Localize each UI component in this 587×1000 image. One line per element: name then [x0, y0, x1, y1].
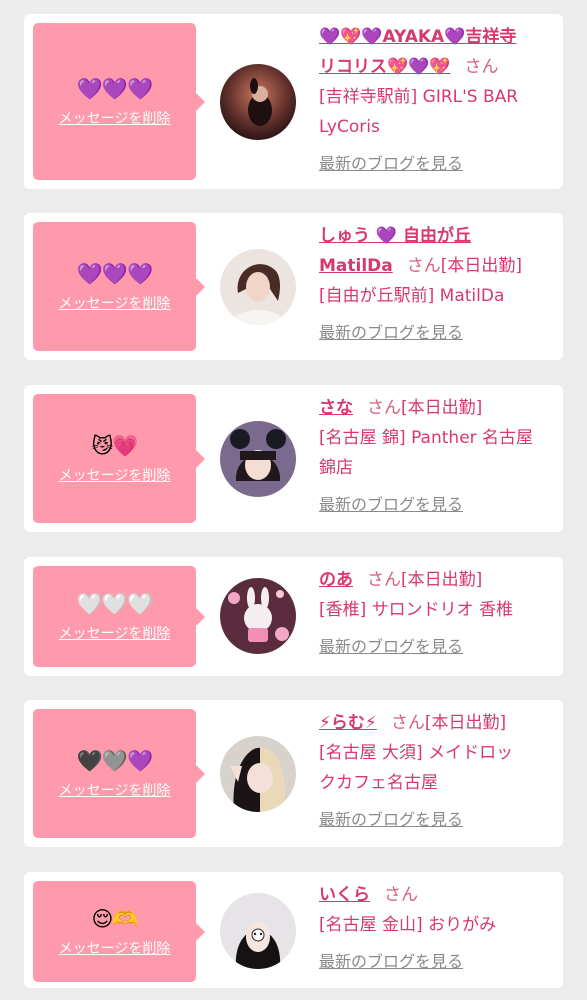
relieved-face-icon: 😌 — [91, 906, 113, 931]
cast-name-link[interactable]: MatilDa — [319, 256, 393, 276]
message-box: 🤍 🤍 🤍 メッセージを削除 — [33, 566, 205, 667]
shop-name: [名古屋 金山] おりがみ — [319, 915, 497, 935]
heart-hands-icon: 🫶 — [112, 906, 138, 931]
message-emojis: 💜 💜 💜 — [76, 261, 153, 287]
avatar-photo-icon — [220, 893, 296, 969]
shop-name: LyCoris — [319, 117, 380, 137]
white-heart-icon: 🤍 — [76, 591, 103, 616]
purple-heart-icon: 💜 — [127, 76, 153, 101]
purple-heart-icon: 💜 — [127, 261, 153, 286]
message-list: 💜 💜 💜 メッセージを削除 💜💖💜AYAKA💜吉祥寺 リコリス💖💜💖 さん [… — [0, 0, 587, 1000]
list-item: 🖤 🩶 💜 メッセージを削除 ⚡らむ⚡ さん[本日出勤] [名古屋 大須] メイド… — [24, 700, 563, 847]
cast-name-link[interactable]: リコリス💖💜💖 — [319, 57, 451, 77]
delete-message-link[interactable]: メッセージを削除 — [59, 465, 171, 485]
card-info: さな さん[本日出勤] [名古屋 錦] Panther 名古屋 錦店 最新のブログ… — [319, 393, 555, 515]
cast-name-link[interactable]: 💜💖💜AYAKA💜吉祥寺 — [319, 27, 516, 47]
avatar-photo-icon — [220, 249, 296, 325]
latest-blog-link[interactable]: 最新のブログを見る — [319, 491, 463, 515]
avatar[interactable] — [220, 421, 296, 497]
avatar[interactable] — [220, 893, 296, 969]
status-badge: [本日出勤] — [401, 398, 483, 418]
cast-name-link[interactable]: ⚡らむ⚡ — [319, 713, 377, 733]
honorific: さん — [406, 256, 441, 276]
avatar-photo-icon — [220, 736, 296, 812]
pink-heart-icon: 💗 — [112, 433, 138, 458]
purple-heart-icon: 💜 — [76, 261, 103, 286]
message-box: 😼 💗 メッセージを削除 — [33, 394, 205, 523]
shop-name: クカフェ名古屋 — [319, 773, 438, 793]
card-info: いくら さん [名古屋 金山] おりがみ 最新のブログを見る — [319, 880, 555, 972]
status-badge: [本日出勤] — [401, 570, 483, 590]
latest-blog-link[interactable]: 最新のブログを見る — [319, 948, 463, 972]
list-item: 😌 🫶 メッセージを削除 いくら さん [名古屋 金山] おりがみ 最新のブログを… — [24, 872, 563, 988]
message-box: 💜 💜 💜 メッセージを削除 — [33, 23, 205, 180]
cast-name-link[interactable]: いくら — [319, 885, 370, 905]
purple-heart-icon: 💜 — [76, 76, 103, 101]
avatar-photo-icon — [220, 64, 296, 140]
card-info: ⚡らむ⚡ さん[本日出勤] [名古屋 大須] メイドロッ クカフェ名古屋 最新のブ… — [319, 708, 555, 830]
list-item: 💜 💜 💜 メッセージを削除 しゅう 💜 自由が丘 MatilDa さん[本日出勤… — [24, 213, 563, 360]
avatar[interactable] — [220, 578, 296, 654]
cast-name-link[interactable]: さな — [319, 398, 353, 418]
white-heart-icon: 🤍 — [101, 591, 128, 616]
status-badge: [本日出勤] — [424, 713, 507, 733]
card-info: のあ さん[本日出勤] [香椎] サロンドリオ 香椎 最新のブログを見る — [319, 565, 555, 657]
delete-message-link[interactable]: メッセージを削除 — [59, 293, 171, 313]
delete-message-link[interactable]: メッセージを削除 — [59, 780, 171, 800]
cat-face-icon: 😼 — [91, 433, 113, 458]
message-emojis: 💜 💜 💜 — [76, 76, 153, 102]
message-box: 😌 🫶 メッセージを削除 — [33, 881, 205, 982]
honorific: さん — [390, 713, 425, 733]
latest-blog-link[interactable]: 最新のブログを見る — [319, 806, 463, 830]
shop-name: [吉祥寺駅前] GIRL'S BAR — [319, 87, 519, 107]
shop-name: 錦店 — [319, 458, 353, 478]
card-info: しゅう 💜 自由が丘 MatilDa さん[本日出勤] [自由が丘駅前] Mati… — [319, 221, 555, 343]
avatar-photo-icon — [220, 578, 296, 654]
message-emojis: 🖤 🩶 💜 — [76, 748, 153, 774]
message-box: 💜 💜 💜 メッセージを削除 — [33, 222, 205, 351]
shop-name: [名古屋 大須] メイドロッ — [319, 743, 514, 763]
message-box: 🖤 🩶 💜 メッセージを削除 — [33, 709, 205, 838]
latest-blog-link[interactable]: 最新のブログを見る — [319, 319, 463, 343]
avatar[interactable] — [220, 64, 296, 140]
delete-message-link[interactable]: メッセージを削除 — [59, 108, 171, 128]
delete-message-link[interactable]: メッセージを削除 — [59, 938, 171, 958]
avatar[interactable] — [220, 249, 296, 325]
message-emojis: 🤍 🤍 🤍 — [76, 591, 153, 617]
purple-heart-icon: 💜 — [127, 748, 153, 773]
purple-heart-icon: 💜 — [101, 76, 128, 101]
message-emojis: 😌 🫶 — [91, 906, 138, 932]
grey-heart-icon: 🩶 — [101, 748, 128, 773]
list-item: 😼 💗 メッセージを削除 さな さん[本日出勤] [名古屋 錦] Panther … — [24, 385, 563, 532]
avatar-photo-icon — [220, 421, 296, 497]
message-emojis: 😼 💗 — [91, 433, 138, 459]
card-info: 💜💖💜AYAKA💜吉祥寺 リコリス💖💜💖 さん [吉祥寺駅前] GIRL'S BA… — [319, 22, 555, 174]
avatar[interactable] — [220, 736, 296, 812]
delete-message-link[interactable]: メッセージを削除 — [59, 623, 171, 643]
shop-name: [香椎] サロンドリオ 香椎 — [319, 600, 514, 620]
honorific: さん — [464, 57, 499, 77]
black-heart-icon: 🖤 — [76, 748, 103, 773]
honorific: さん — [367, 398, 401, 418]
purple-heart-icon: 💜 — [101, 261, 128, 286]
shop-name: [名古屋 錦] Panther 名古屋 — [319, 428, 534, 448]
status-badge: [本日出勤] — [440, 256, 523, 276]
honorific: さん — [367, 570, 401, 590]
cast-name-link[interactable]: しゅう 💜 自由が丘 — [319, 226, 471, 246]
latest-blog-link[interactable]: 最新のブログを見る — [319, 150, 463, 174]
list-item: 💜 💜 💜 メッセージを削除 💜💖💜AYAKA💜吉祥寺 リコリス💖💜💖 さん [… — [24, 14, 563, 189]
latest-blog-link[interactable]: 最新のブログを見る — [319, 633, 463, 657]
list-item: 🤍 🤍 🤍 メッセージを削除 のあ さん[本日出勤] [香椎] サロンドリオ 香椎… — [24, 557, 563, 676]
white-heart-icon: 🤍 — [127, 591, 153, 616]
shop-name: [自由が丘駅前] MatilDa — [319, 286, 505, 306]
honorific: さん — [384, 885, 418, 905]
cast-name-link[interactable]: のあ — [319, 570, 353, 590]
